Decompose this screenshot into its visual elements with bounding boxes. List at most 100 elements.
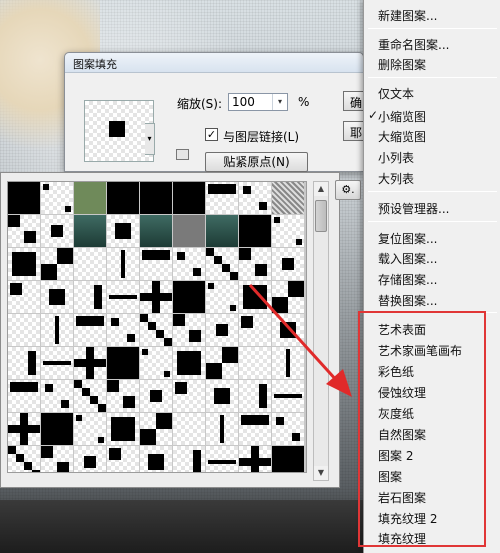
- pattern-swatch[interactable]: [140, 314, 172, 346]
- pattern-swatch[interactable]: [107, 446, 139, 472]
- menu-item-replace-patterns[interactable]: 替换图案...: [378, 292, 437, 309]
- cancel-button[interactable]: 耶: [343, 121, 365, 141]
- pattern-swatch[interactable]: [74, 182, 106, 214]
- pattern-swatch[interactable]: [140, 446, 172, 472]
- pattern-swatch[interactable]: [140, 215, 172, 247]
- pattern-swatch[interactable]: [8, 314, 40, 346]
- scroll-up-arrow-icon[interactable]: ▲: [314, 182, 328, 196]
- pattern-swatch[interactable]: [74, 413, 106, 445]
- pattern-swatch[interactable]: [206, 413, 238, 445]
- pattern-swatch[interactable]: [173, 281, 205, 313]
- pattern-swatch[interactable]: [41, 380, 73, 412]
- menu-item-reset-patterns[interactable]: 复位图案...: [378, 230, 437, 247]
- menu-item-preset-manager[interactable]: 预设管理器...: [378, 200, 449, 217]
- pattern-swatch[interactable]: [272, 446, 304, 472]
- pattern-swatch[interactable]: [41, 446, 73, 472]
- pattern-swatch[interactable]: [140, 182, 172, 214]
- pattern-swatch[interactable]: [41, 413, 73, 445]
- pattern-swatch[interactable]: [8, 446, 40, 472]
- gear-menu-button[interactable]: ⚙.: [335, 180, 361, 200]
- pattern-swatch[interactable]: [272, 248, 304, 280]
- pattern-swatch[interactable]: [272, 182, 304, 214]
- pattern-swatch[interactable]: [140, 380, 172, 412]
- pattern-swatch[interactable]: [107, 248, 139, 280]
- pattern-swatch[interactable]: [74, 380, 106, 412]
- pattern-swatch[interactable]: [206, 446, 238, 472]
- pattern-swatch[interactable]: [206, 380, 238, 412]
- pattern-swatch[interactable]: [140, 413, 172, 445]
- menu-item-small-list[interactable]: 小列表: [378, 149, 414, 166]
- pattern-swatch[interactable]: [8, 182, 40, 214]
- pattern-swatch[interactable]: [173, 248, 205, 280]
- pattern-swatch[interactable]: [107, 413, 139, 445]
- menu-item-save-patterns[interactable]: 存储图案...: [378, 271, 437, 288]
- pattern-swatch[interactable]: [8, 248, 40, 280]
- pattern-swatch[interactable]: [140, 347, 172, 379]
- menu-item-small-thumbnail[interactable]: 小缩览图: [378, 108, 426, 125]
- pattern-swatch[interactable]: [74, 446, 106, 472]
- pattern-swatch[interactable]: [41, 248, 73, 280]
- pattern-swatch[interactable]: [107, 380, 139, 412]
- pattern-swatch[interactable]: [206, 182, 238, 214]
- pattern-swatch[interactable]: [41, 215, 73, 247]
- pattern-swatch[interactable]: [8, 380, 40, 412]
- pattern-swatch[interactable]: [74, 281, 106, 313]
- pattern-swatch[interactable]: [239, 248, 271, 280]
- pattern-swatch[interactable]: [272, 215, 304, 247]
- pattern-swatch[interactable]: [107, 182, 139, 214]
- pattern-swatch[interactable]: [173, 446, 205, 472]
- pattern-swatch[interactable]: [74, 248, 106, 280]
- pattern-swatch[interactable]: [239, 347, 271, 379]
- pattern-swatch[interactable]: [239, 314, 271, 346]
- pattern-swatch[interactable]: [41, 347, 73, 379]
- pattern-swatch[interactable]: [41, 281, 73, 313]
- pattern-picker-arrow[interactable]: ▾: [145, 123, 155, 155]
- link-layer-checkbox[interactable]: ✓: [205, 128, 218, 141]
- pattern-swatch[interactable]: [239, 413, 271, 445]
- ok-button[interactable]: 确: [343, 91, 365, 111]
- menu-item-large-thumbnail[interactable]: 大缩览图: [378, 128, 426, 145]
- pattern-swatch[interactable]: [239, 446, 271, 472]
- menu-item-load-patterns[interactable]: 载入图案...: [378, 250, 437, 267]
- scroll-down-arrow-icon[interactable]: ▼: [314, 466, 328, 480]
- menu-item-delete-pattern[interactable]: 删除图案: [378, 56, 426, 73]
- menu-item-large-list[interactable]: 大列表: [378, 170, 414, 187]
- pattern-swatch[interactable]: [173, 215, 205, 247]
- pattern-swatch[interactable]: [272, 347, 304, 379]
- pattern-swatch[interactable]: [107, 215, 139, 247]
- pattern-preview[interactable]: [84, 100, 154, 162]
- pattern-swatch[interactable]: [8, 215, 40, 247]
- pattern-swatch[interactable]: [239, 182, 271, 214]
- pattern-swatch[interactable]: [74, 347, 106, 379]
- menu-item-new-pattern[interactable]: 新建图案...: [378, 7, 437, 24]
- new-preset-icon[interactable]: [176, 149, 189, 160]
- pattern-swatch[interactable]: [272, 281, 304, 313]
- pattern-swatch[interactable]: [173, 413, 205, 445]
- pattern-swatch[interactable]: [41, 182, 73, 214]
- pattern-swatch[interactable]: [173, 347, 205, 379]
- pattern-swatch[interactable]: [8, 347, 40, 379]
- scroll-thumb[interactable]: [315, 200, 327, 232]
- menu-item-rename-pattern[interactable]: 重命名图案...: [378, 36, 449, 53]
- pattern-swatch[interactable]: [74, 314, 106, 346]
- pattern-swatch[interactable]: [206, 281, 238, 313]
- snap-to-origin-button[interactable]: 贴紧原点(N): [205, 152, 308, 172]
- pattern-swatch[interactable]: [173, 380, 205, 412]
- pattern-swatch[interactable]: [107, 314, 139, 346]
- pattern-swatch[interactable]: [8, 413, 40, 445]
- pattern-swatch[interactable]: [272, 413, 304, 445]
- menu-item-text-only[interactable]: 仅文本: [378, 85, 414, 102]
- scale-dropdown-arrow[interactable]: ▾: [272, 94, 287, 110]
- pattern-swatch[interactable]: [41, 314, 73, 346]
- pattern-swatch[interactable]: [272, 314, 304, 346]
- pattern-swatch[interactable]: [173, 314, 205, 346]
- pattern-swatch[interactable]: [8, 281, 40, 313]
- pattern-swatch[interactable]: [206, 215, 238, 247]
- pattern-swatch[interactable]: [140, 248, 172, 280]
- pattern-swatch[interactable]: [140, 281, 172, 313]
- pattern-swatch[interactable]: [239, 380, 271, 412]
- pattern-swatch[interactable]: [206, 314, 238, 346]
- pattern-swatch[interactable]: [107, 347, 139, 379]
- pattern-swatch[interactable]: [272, 380, 304, 412]
- pattern-swatch[interactable]: [239, 215, 271, 247]
